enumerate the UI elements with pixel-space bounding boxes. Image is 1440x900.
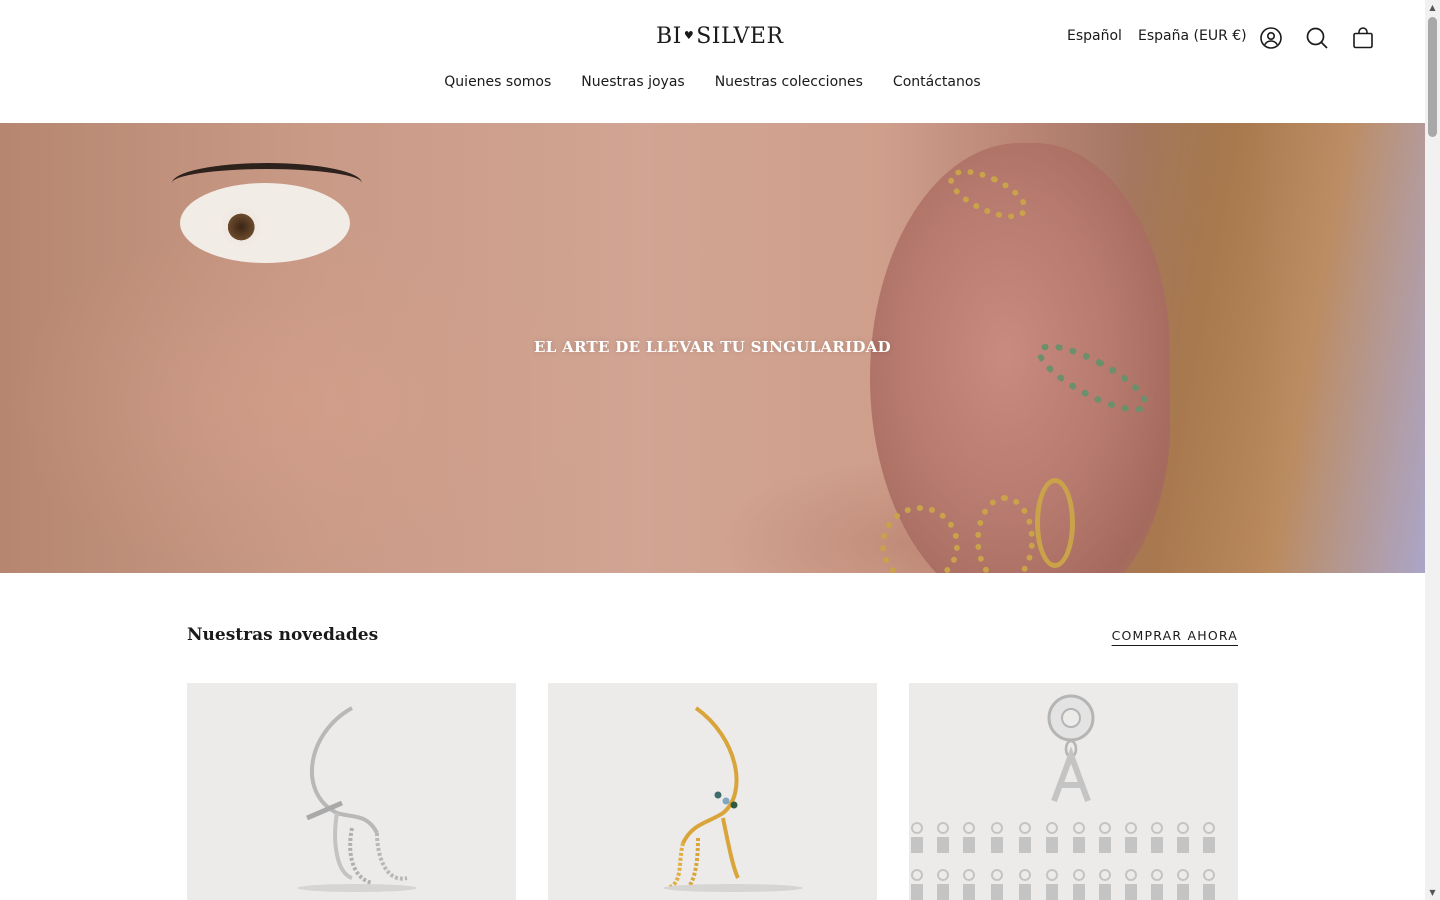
product-card-2[interactable] <box>548 683 877 900</box>
nav-item-nuestras-joyas[interactable]: Nuestras joyas <box>581 74 684 90</box>
search-icon[interactable] <box>1305 26 1329 50</box>
nav-item-contactanos[interactable]: Contáctanos <box>893 74 981 90</box>
language-selector[interactable]: Español <box>1067 28 1122 44</box>
section-title: Nuestras novedades <box>187 625 379 645</box>
scrollbar-thumb[interactable] <box>1428 17 1437 137</box>
brand-logo[interactable]: BI ♥ SILVER <box>656 24 784 49</box>
earring-hoop-3 <box>1035 478 1075 568</box>
product-card-3[interactable] <box>909 683 1238 900</box>
hero-eye-shape <box>180 183 350 263</box>
product-grid <box>187 683 1239 900</box>
logo-text-right: SILVER <box>696 24 784 49</box>
gold-ear-cuff-image <box>663 706 803 892</box>
shop-now-link[interactable]: COMPRAR AHORA <box>1112 628 1238 643</box>
page-scrollbar[interactable]: ▲ ▼ <box>1425 0 1440 900</box>
site-header: BI ♥ SILVER Español España (EUR €) Quienes… <box>0 0 1425 123</box>
main-nav: Quienes somos Nuestras joyas Nuestras co… <box>0 74 1425 90</box>
hero-title: EL ARTE DE LLEVAR TU SINGULARIDAD <box>534 338 891 356</box>
logo-heart: ♥ <box>683 29 695 42</box>
product-card-1[interactable] <box>187 683 516 900</box>
nav-item-quienes-somos[interactable]: Quienes somos <box>444 74 551 90</box>
scroll-down-icon[interactable]: ▼ <box>1428 888 1437 897</box>
nav-item-nuestras-colecciones[interactable]: Nuestras colecciones <box>715 74 863 90</box>
silver-letter-charms-image <box>911 694 1215 900</box>
account-icon[interactable] <box>1259 26 1283 50</box>
scroll-up-icon[interactable]: ▲ <box>1428 3 1437 12</box>
hero-banner[interactable]: EL ARTE DE LLEVAR TU SINGULARIDAD <box>0 123 1425 573</box>
logo-text-left: BI <box>656 24 682 49</box>
silver-ear-cuff-image <box>297 706 417 892</box>
cart-icon[interactable] <box>1351 26 1375 50</box>
country-selector[interactable]: España (EUR €) <box>1138 28 1247 44</box>
